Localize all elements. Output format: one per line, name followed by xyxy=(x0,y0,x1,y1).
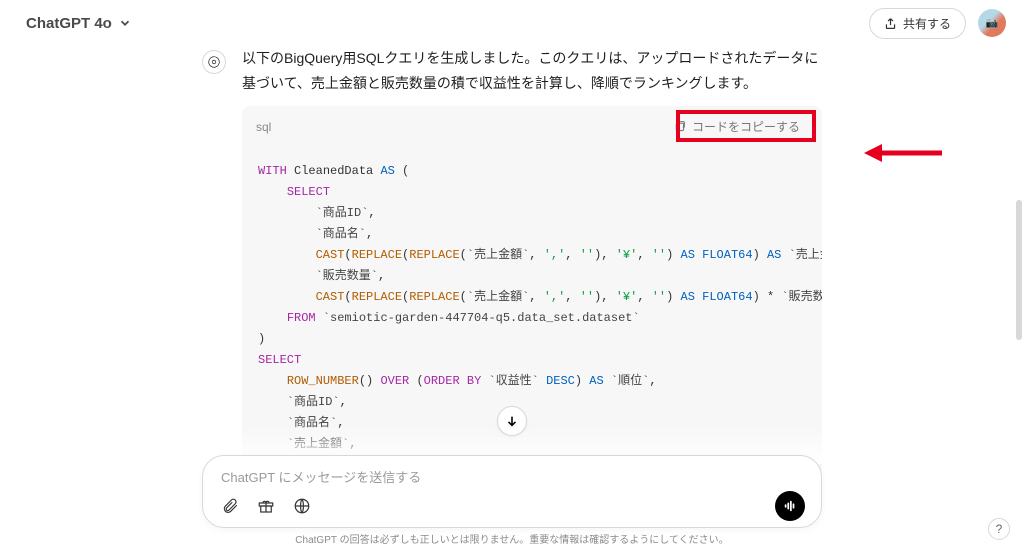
model-selector[interactable]: ChatGPT 4o xyxy=(18,11,140,36)
openai-logo-icon xyxy=(207,55,221,69)
arrow-down-icon xyxy=(505,414,519,428)
model-name: ChatGPT 4o xyxy=(26,15,112,32)
help-button[interactable]: ? xyxy=(988,518,1010,540)
copy-code-button[interactable]: コードをコピーする xyxy=(665,114,808,139)
top-bar: ChatGPT 4o 共有する 📷 xyxy=(0,0,1024,46)
composer xyxy=(202,455,822,528)
top-right: 共有する 📷 xyxy=(869,8,1006,39)
attach-button[interactable] xyxy=(219,495,241,517)
code-header: sql コードをコピーする xyxy=(242,106,822,147)
share-label: 共有する xyxy=(903,15,951,32)
composer-tools xyxy=(217,487,807,523)
gift-button[interactable] xyxy=(255,495,277,517)
scrollbar-thumb[interactable] xyxy=(1016,200,1022,340)
share-icon xyxy=(884,17,897,30)
footer-disclaimer: ChatGPT の回答は必ずしも正しいとは限りません。重要な情報は確認するように… xyxy=(0,531,1024,546)
composer-area xyxy=(202,455,822,528)
voice-button[interactable] xyxy=(775,491,805,521)
assistant-text: 以下のBigQuery用SQLクエリを生成しました。このクエリは、アップロードさ… xyxy=(242,46,822,96)
globe-icon xyxy=(293,497,311,515)
share-button[interactable]: 共有する xyxy=(869,8,966,39)
waveform-icon xyxy=(783,499,797,513)
code-body[interactable]: WITH CleanedData AS ( SELECT `商品ID`, `商品… xyxy=(242,147,822,490)
paperclip-icon xyxy=(221,497,239,515)
tool-left xyxy=(219,495,313,517)
annotation-arrow xyxy=(864,138,944,168)
web-button[interactable] xyxy=(291,495,313,517)
message-body: 以下のBigQuery用SQLクエリを生成しました。このクエリは、アップロードさ… xyxy=(242,46,822,490)
copy-label: コードをコピーする xyxy=(692,118,800,135)
gift-icon xyxy=(257,497,275,515)
message-input[interactable] xyxy=(217,464,807,487)
code-language: sql xyxy=(256,120,271,134)
copy-icon xyxy=(673,120,686,133)
code-block: sql コードをコピーする WITH CleanedData AS ( SELE… xyxy=(242,106,822,490)
chevron-down-icon xyxy=(118,16,132,30)
scroll-down-button[interactable] xyxy=(497,406,527,436)
avatar[interactable]: 📷 xyxy=(978,9,1006,37)
assistant-avatar xyxy=(202,50,226,74)
